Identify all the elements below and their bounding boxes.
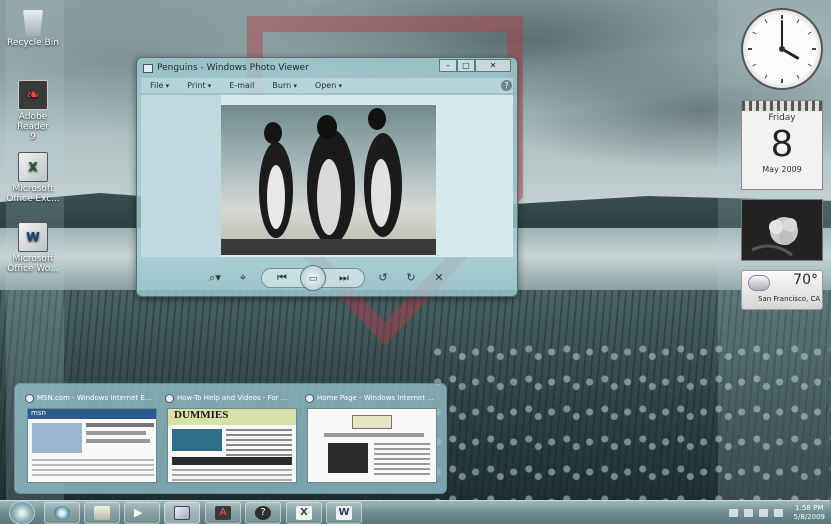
window-title: Penguins - Windows Photo Viewer <box>157 63 309 73</box>
minimize-button[interactable]: – <box>439 59 457 72</box>
taskbar: ▶ A ? X W 1:58 PM 5/8/2009 <box>0 500 831 524</box>
clock-gadget[interactable] <box>741 8 823 90</box>
action-center-icon[interactable] <box>743 509 753 517</box>
navigation-group: ⏮ ▭ ⏭ <box>261 264 365 291</box>
desktop-icon-excel[interactable]: X Microsoft Office Exc... <box>6 152 60 204</box>
internet-explorer-icon <box>305 393 314 403</box>
menu-burn[interactable]: Burn <box>263 81 306 90</box>
thumbnail-home-page[interactable]: Home Page - Windows Internet ... <box>305 392 439 488</box>
slideshow-icon[interactable]: ▭ <box>300 264 326 291</box>
delete-icon[interactable]: ✕ <box>429 270 449 286</box>
dummies-logo: DUMMIES <box>168 409 296 425</box>
canvas-left-pane <box>141 95 221 257</box>
clock-tick <box>752 63 757 67</box>
previous-icon[interactable]: ⏮ <box>272 270 292 286</box>
next-icon[interactable]: ⏭ <box>334 270 354 286</box>
recycle-bin-icon <box>23 10 43 36</box>
media-player-icon: ▶ <box>134 506 143 519</box>
taskbar-time: 1:58 PM <box>795 504 824 512</box>
taskbar-button-internet-explorer[interactable] <box>44 502 80 524</box>
calendar-gadget[interactable]: Friday 8 May 2009 <box>741 100 823 190</box>
volume-icon[interactable] <box>773 509 783 517</box>
menu-email[interactable]: E-mail <box>220 81 263 90</box>
taskbar-button-word[interactable]: W <box>326 502 362 524</box>
thumbnail-title: MSN.com - Windows Internet E... <box>37 394 152 402</box>
weather-temperature: 70° <box>793 272 818 288</box>
weather-city: San Francisco, CA <box>758 295 821 303</box>
taskbar-button-photo-viewer[interactable] <box>164 502 200 524</box>
taskbar-clock[interactable]: 1:58 PM 5/8/2009 <box>794 504 825 522</box>
clock-tick <box>807 31 812 35</box>
menu-bar: File Print E-mail Burn Open <box>141 78 513 93</box>
taskbar-date: 5/8/2009 <box>793 513 825 521</box>
penguins-photo <box>221 105 436 255</box>
help-icon: ? <box>255 506 271 520</box>
adobe-reader-icon: A <box>215 506 231 520</box>
thumbnail-preview <box>307 408 437 483</box>
adobe-reader-icon: ❧ <box>18 80 48 110</box>
slideshow-gadget[interactable] <box>741 199 823 261</box>
desktop-icon-word[interactable]: W Microsoft Office Wo... <box>6 222 60 274</box>
word-icon: W <box>18 222 48 252</box>
photo-viewer-icon <box>174 506 190 520</box>
thumbnail-title: Home Page - Windows Internet ... <box>317 394 434 402</box>
taskbar-button-help[interactable]: ? <box>245 502 281 524</box>
menu-file[interactable]: File <box>141 81 178 90</box>
menu-open[interactable]: Open <box>306 81 351 90</box>
desktop-icon-recycle-bin[interactable]: Recycle Bin <box>6 10 60 48</box>
cloud-icon <box>748 275 770 291</box>
thumbnail-preview: msn <box>27 408 157 483</box>
rotate-cw-icon[interactable]: ↻ <box>401 270 421 286</box>
clock-tick <box>796 19 800 24</box>
word-icon: W <box>336 506 352 520</box>
clock-tick <box>764 74 768 79</box>
help-icon[interactable]: ? <box>501 80 512 91</box>
photo-canvas <box>141 95 513 257</box>
taskbar-thumbnail-panel: MSN.com - Windows Internet E... msn How-… <box>14 383 447 494</box>
taskbar-button-excel[interactable]: X <box>286 502 322 524</box>
clock-tick <box>796 74 800 79</box>
close-button[interactable]: ✕ <box>475 59 511 72</box>
calendar-rings <box>742 101 822 111</box>
internet-explorer-icon <box>165 393 174 403</box>
photo-viewer-app-icon <box>143 63 153 73</box>
msn-header: msn <box>28 409 156 419</box>
show-hidden-icons-icon[interactable] <box>728 509 738 517</box>
fit-icon[interactable]: ⌖ <box>233 270 253 286</box>
excel-icon: X <box>18 152 48 182</box>
thumbnail-title: How-To Help and Videos - For ... <box>177 394 288 402</box>
weather-gadget[interactable]: 70° San Francisco, CA <box>741 270 823 310</box>
desktop-icon-adobe-reader[interactable]: ❧ Adobe Reader 9 <box>6 80 60 142</box>
rotate-ccw-icon[interactable]: ↺ <box>373 270 393 286</box>
thumbnail-msn[interactable]: MSN.com - Windows Internet E... msn <box>25 392 159 488</box>
viewer-controls: ⌕▾ ⌖ ⏮ ▭ ⏭ ↺ ↻ ✕ <box>141 261 513 294</box>
start-button[interactable] <box>9 501 35 524</box>
taskbar-button-media-player[interactable]: ▶ <box>124 502 160 524</box>
calendar-month: May 2009 <box>762 165 802 174</box>
clock-tick <box>807 63 812 67</box>
excel-icon: X <box>296 506 312 520</box>
clock-tick <box>764 19 768 24</box>
calendar-day: 8 <box>771 123 793 165</box>
maximize-button[interactable]: □ <box>457 59 475 72</box>
photo-viewer-window[interactable]: Penguins - Windows Photo Viewer – □ ✕ Fi… <box>136 57 518 297</box>
internet-explorer-icon <box>54 506 70 520</box>
window-buttons: – □ ✕ <box>439 59 511 72</box>
clock-tick <box>752 31 757 35</box>
system-tray: 1:58 PM 5/8/2009 <box>726 503 825 523</box>
network-icon[interactable] <box>758 509 768 517</box>
taskbar-button-windows-explorer[interactable] <box>84 502 120 524</box>
taskbar-button-adobe-reader[interactable]: A <box>205 502 241 524</box>
folder-icon <box>94 506 110 520</box>
thumbnail-dummies[interactable]: How-To Help and Videos - For ... DUMMIES <box>165 392 299 488</box>
thumbnail-preview: DUMMIES <box>167 408 297 483</box>
internet-explorer-icon <box>25 393 34 403</box>
calendar-weekday: Friday <box>768 113 796 123</box>
zoom-icon[interactable]: ⌕▾ <box>205 270 225 286</box>
menu-print[interactable]: Print <box>178 81 220 90</box>
